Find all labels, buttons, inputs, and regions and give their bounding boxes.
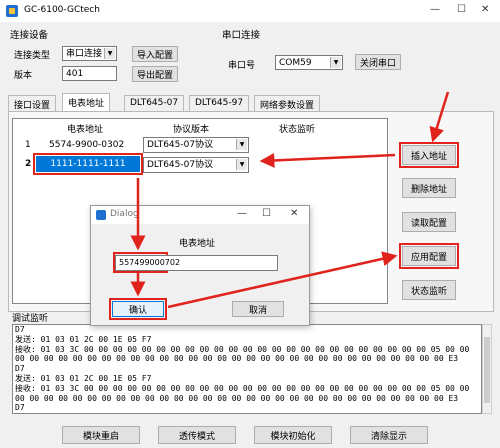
dialog-title-bar: Dialog — ☐ ✕ — [91, 206, 309, 224]
col-header-address[interactable]: 电表地址 — [67, 122, 103, 135]
maximize-button[interactable]: ☐ — [457, 4, 466, 15]
port-value: COM59 — [279, 58, 312, 68]
tab-dlt645-97[interactable]: DLT645-97 — [189, 95, 250, 111]
dialog-field-label: 电表地址 — [179, 239, 216, 249]
col-header-protocol[interactable]: 协议版本 — [173, 122, 209, 135]
dialog-cancel-button[interactable]: 取消 — [232, 301, 284, 317]
status-monitor-button[interactable]: 状态监听 — [402, 280, 456, 300]
dialog-ok-button[interactable]: 确认 — [112, 301, 164, 317]
log-line: D7 — [15, 325, 25, 334]
connect-section-title: 连接设备 — [10, 30, 49, 41]
dialog-address-input[interactable]: 557499000702 — [115, 255, 278, 271]
chevron-down-icon: ▼ — [330, 57, 341, 68]
read-config-button[interactable]: 读取配置 — [402, 212, 456, 232]
init-module-button[interactable]: 模块初始化 — [254, 426, 332, 444]
protocol-value: DLT645-07协议 — [147, 160, 214, 170]
log-title: 调试监听 — [12, 314, 49, 324]
table-cell-address[interactable]: 5574-9900-0302 — [49, 140, 124, 150]
minimize-button[interactable]: — — [430, 4, 440, 15]
chevron-down-icon: ▼ — [236, 159, 247, 170]
chevron-down-icon: ▼ — [236, 139, 247, 150]
log-output[interactable]: D7 发送: 01 03 01 2C 00 1E 05 F7 接收: 01 03… — [12, 324, 482, 414]
conn-type-select[interactable]: 串口连接 ▼ — [62, 46, 117, 61]
log-line: 00 00 00 00 00 00 00 00 00 00 00 00 00 0… — [15, 393, 459, 403]
conn-type-value: 串口连接 — [66, 49, 103, 59]
port-select[interactable]: COM59 ▼ — [275, 55, 343, 70]
log-line: 发送: 01 03 01 2C 00 1E 05 F7 — [15, 373, 152, 383]
log-line: 接收: 01 03 3C 00 00 00 00 00 00 00 00 00 … — [15, 383, 470, 393]
export-config-button[interactable]: 导出配置 — [132, 66, 178, 82]
log-scrollbar[interactable] — [482, 324, 492, 414]
clear-display-button[interactable]: 清除显示 — [350, 426, 428, 444]
tab-dlt645-07[interactable]: DLT645-07 — [124, 95, 185, 111]
delete-address-button[interactable]: 删除地址 — [402, 178, 456, 198]
row-number: 1 — [25, 140, 31, 150]
dialog-title: Dialog — [110, 209, 139, 219]
chevron-down-icon: ▼ — [104, 48, 115, 59]
version-input[interactable]: 401 — [62, 66, 117, 81]
log-line: 发送: 01 03 01 2C 00 1E 05 F7 — [15, 334, 152, 344]
log-line: 00 00 00 00 00 00 00 00 00 00 00 00 00 0… — [15, 354, 459, 364]
close-port-button[interactable]: 关闭串口 — [355, 54, 401, 70]
address-dialog: Dialog — ☐ ✕ 电表地址 557499000702 确认 取消 — [90, 205, 310, 326]
restart-module-button[interactable]: 模块重启 — [62, 426, 140, 444]
title-bar: GC-6100-GCtech — ☐ ✕ — [0, 0, 500, 22]
dialog-minimize-button[interactable]: — — [237, 208, 247, 219]
log-line: D7 — [15, 364, 25, 374]
close-button[interactable]: ✕ — [481, 4, 489, 15]
dialog-maximize-button[interactable]: ☐ — [262, 208, 271, 219]
transparent-mode-button[interactable]: 透传模式 — [158, 426, 236, 444]
col-header-status[interactable]: 状态监听 — [279, 122, 315, 135]
scrollbar-thumb[interactable] — [484, 337, 490, 403]
window-title: GC-6100-GCtech — [24, 5, 100, 15]
port-label: 串口号 — [228, 61, 256, 71]
tab-interface[interactable]: 接口设置 — [8, 95, 57, 111]
protocol-select[interactable]: DLT645-07协议 ▼ — [143, 157, 249, 173]
dialog-app-icon — [96, 210, 106, 220]
conn-type-label: 连接类型 — [14, 51, 51, 61]
log-line: D7 — [15, 403, 25, 413]
import-config-button[interactable]: 导入配置 — [132, 46, 178, 62]
version-label: 版本 — [14, 71, 33, 81]
log-line: 接收: 01 03 3C 00 00 00 00 00 00 00 00 00 … — [15, 344, 470, 354]
serial-section-title: 串口连接 — [222, 30, 261, 41]
protocol-select[interactable]: DLT645-07协议 ▼ — [143, 137, 249, 153]
tab-meter-address[interactable]: 电表地址 — [62, 93, 111, 111]
tab-network[interactable]: 网络参数设置 — [254, 95, 321, 111]
table-cell-address-selected[interactable]: 1111-1111-1111 — [36, 156, 140, 172]
row-number: 2 — [25, 159, 32, 169]
insert-address-button[interactable]: 插入地址 — [399, 142, 459, 168]
dialog-close-button[interactable]: ✕ — [290, 208, 298, 219]
protocol-value: DLT645-07协议 — [147, 140, 214, 150]
apply-config-button[interactable]: 应用配置 — [399, 243, 459, 269]
app-icon — [6, 5, 18, 17]
